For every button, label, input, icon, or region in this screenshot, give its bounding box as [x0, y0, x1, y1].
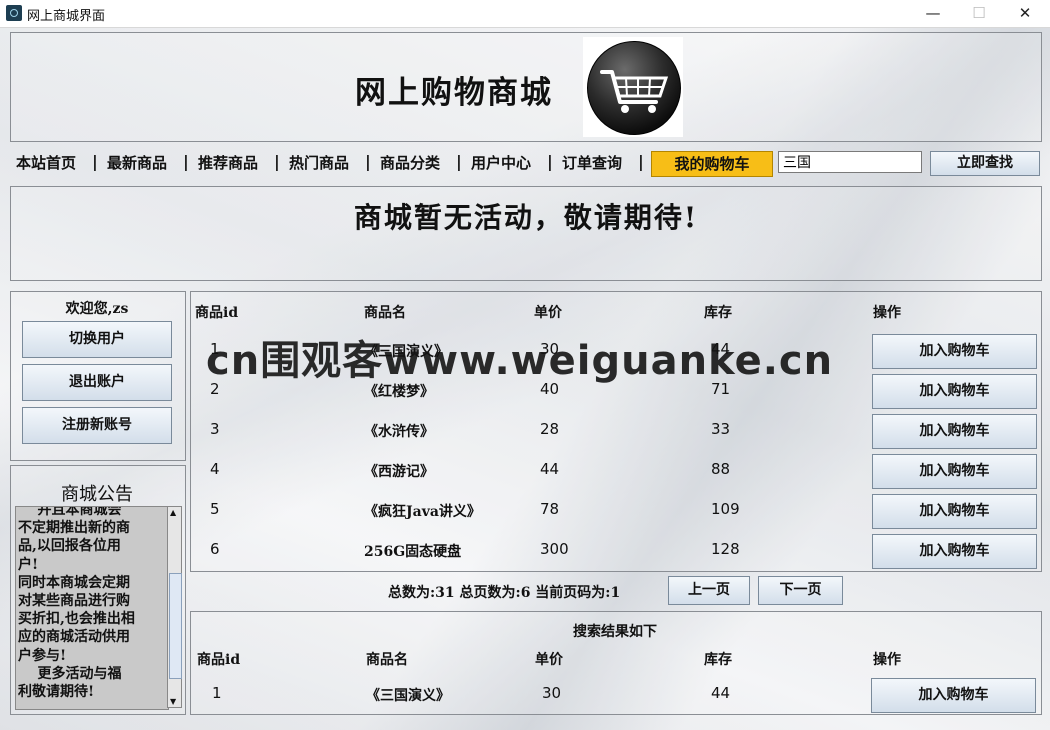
- result-col-header-name: 商品名: [366, 652, 408, 668]
- register-button[interactable]: 注册新账号: [22, 407, 172, 444]
- result-col-header-price: 单价: [535, 652, 563, 668]
- nav-separator: |: [456, 152, 462, 171]
- product-price: 44: [540, 460, 560, 478]
- pager-info: 总数为:31 总页数为:6 当前页码为:1: [388, 585, 621, 601]
- product-price: 78: [540, 500, 560, 518]
- result-col-header-action: 操作: [873, 652, 901, 668]
- add-to-cart-button[interactable]: 加入购物车: [872, 454, 1037, 489]
- promo-text: 商城暂无活动，敬请期待!: [353, 201, 699, 234]
- nav-orders[interactable]: 订单查询: [562, 152, 622, 173]
- maximize-button[interactable]: ☐: [956, 0, 1002, 27]
- watermark-text: cn围观客www.weiguanke.cn: [206, 338, 834, 384]
- my-cart-button[interactable]: 我的购物车: [651, 151, 773, 177]
- nav-hot[interactable]: 热门商品: [289, 152, 349, 173]
- col-header-stock: 库存: [704, 305, 732, 321]
- nav-separator: |: [547, 152, 553, 171]
- product-name: 《水浒传》: [364, 424, 434, 440]
- result-price: 30: [542, 684, 562, 702]
- search-input[interactable]: [778, 151, 922, 173]
- scroll-thumb[interactable]: [169, 573, 182, 679]
- product-stock: 88: [711, 460, 731, 478]
- result-col-header-stock: 库存: [704, 652, 732, 668]
- nav-separator: |: [274, 152, 280, 171]
- shopping-cart-icon: [600, 70, 669, 113]
- col-header-id: 商品id: [195, 305, 239, 321]
- notice-scrollbar[interactable]: ▲ ▼: [167, 506, 182, 708]
- window-titlebar: [0, 0, 1050, 28]
- app-icon: [6, 5, 22, 21]
- result-col-header-id: 商品id: [197, 652, 241, 668]
- minimize-button[interactable]: —: [910, 0, 956, 27]
- search-button[interactable]: 立即查找: [930, 151, 1040, 176]
- logo-circle: [587, 41, 681, 135]
- add-to-cart-button[interactable]: 加入购物车: [872, 414, 1037, 449]
- notice-title: 商城公告: [61, 484, 133, 505]
- window-title: 网上商城界面: [27, 9, 106, 24]
- nav-separator: |: [365, 152, 371, 171]
- product-price: 28: [540, 420, 560, 438]
- result-id: 1: [212, 684, 222, 702]
- scroll-up-icon[interactable]: ▲: [170, 508, 176, 517]
- nav-categories[interactable]: 商品分类: [380, 152, 440, 173]
- result-name: 《三国演义》: [366, 688, 450, 704]
- notice-textarea[interactable]: 并且本商城会 不定期推出新的商 品,以回报各位用 户! 同时本商城会定期 对某些…: [15, 506, 169, 710]
- nav-separator: |: [638, 152, 644, 171]
- next-page-button[interactable]: 下一页: [758, 576, 843, 605]
- product-id: 3: [210, 420, 220, 438]
- nav-user-center[interactable]: 用户中心: [471, 152, 531, 173]
- site-title: 网上购物商城: [355, 75, 553, 111]
- search-results-title: 搜索结果如下: [573, 624, 657, 640]
- col-header-price: 单价: [534, 305, 562, 321]
- product-id: 6: [210, 540, 220, 558]
- product-price: 300: [540, 540, 569, 558]
- result-add-to-cart-button[interactable]: 加入购物车: [871, 678, 1036, 713]
- nav-separator: |: [92, 152, 98, 171]
- add-to-cart-button[interactable]: 加入购物车: [872, 374, 1037, 409]
- add-to-cart-button[interactable]: 加入购物车: [872, 534, 1037, 569]
- switch-user-button[interactable]: 切换用户: [22, 321, 172, 358]
- nav-recommended[interactable]: 推荐商品: [198, 152, 258, 173]
- product-name: 256G固态硬盘: [364, 544, 462, 560]
- add-to-cart-button[interactable]: 加入购物车: [872, 494, 1037, 529]
- notice-text: 并且本商城会 不定期推出新的商 品,以回报各位用 户! 同时本商城会定期 对某些…: [18, 506, 135, 701]
- scroll-down-icon[interactable]: ▼: [170, 697, 176, 706]
- close-button[interactable]: ✕: [1002, 0, 1048, 27]
- welcome-text: 欢迎您,zs: [65, 301, 129, 317]
- add-to-cart-button[interactable]: 加入购物车: [872, 334, 1037, 369]
- result-stock: 44: [711, 684, 731, 702]
- nav-home[interactable]: 本站首页: [16, 152, 76, 173]
- col-header-action: 操作: [873, 305, 901, 321]
- product-stock: 33: [711, 420, 731, 438]
- product-stock: 109: [711, 500, 740, 518]
- col-header-name: 商品名: [364, 305, 406, 321]
- product-stock: 128: [711, 540, 740, 558]
- prev-page-button[interactable]: 上一页: [668, 576, 750, 605]
- nav-latest[interactable]: 最新商品: [107, 152, 167, 173]
- product-name: 《西游记》: [364, 464, 434, 480]
- product-name: 《疯狂Java讲义》: [364, 504, 481, 520]
- product-id: 4: [210, 460, 220, 478]
- logout-button[interactable]: 退出账户: [22, 364, 172, 401]
- shopping-cart-logo: [583, 37, 683, 137]
- nav-separator: |: [183, 152, 189, 171]
- product-id: 5: [210, 500, 220, 518]
